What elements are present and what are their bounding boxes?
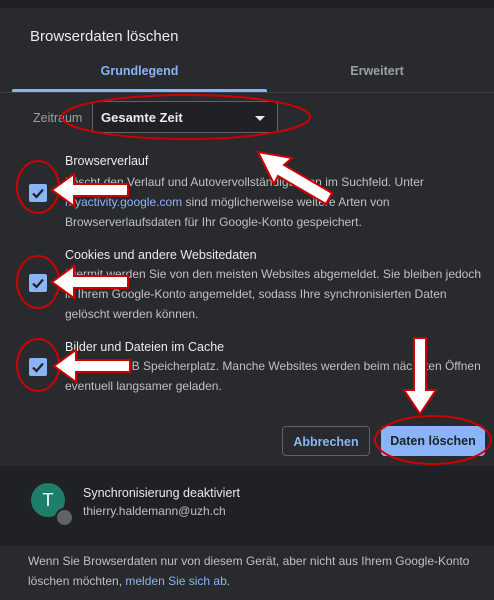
checkmark-icon — [32, 362, 44, 373]
footer-end: . — [226, 574, 231, 588]
option-title: Bilder und Dateien im Cache — [65, 340, 225, 354]
cancel-button[interactable]: Abbrechen — [282, 426, 370, 456]
browsing-history-checkbox[interactable] — [29, 184, 47, 202]
checkmark-icon — [32, 278, 44, 289]
option-description: Löscht den Verlauf und Autovervollständi… — [65, 172, 485, 232]
tab-basic[interactable]: Grundlegend — [12, 52, 267, 90]
footer-text: Wenn Sie Browserdaten nur von diesem Ger… — [28, 554, 470, 588]
sign-out-link[interactable]: melden Sie sich ab — [125, 574, 226, 588]
account-email: thierry.haldemann@uzh.ch — [83, 504, 226, 518]
top-strip — [0, 0, 494, 8]
option-title: Browserverlauf — [65, 154, 149, 168]
delete-data-button[interactable]: Daten löschen — [381, 426, 485, 456]
dialog-title: Browserdaten löschen — [30, 28, 179, 45]
option-description: Hiermit werden Sie von den meisten Websi… — [65, 267, 482, 321]
time-range-value: Gesamte Zeit — [101, 110, 183, 125]
sync-section: T Synchronisierung deaktiviert thierry.h… — [0, 466, 494, 546]
time-range-label: Zeitraum — [33, 111, 83, 125]
myactivity-link[interactable]: myactivity.google.com — [65, 195, 182, 209]
option-description: Frei von 2 MB Speicherplatz. Manche Webs… — [65, 359, 481, 393]
cookies-checkbox[interactable] — [29, 274, 47, 292]
sync-status-title: Synchronisierung deaktiviert — [83, 486, 241, 500]
clear-browsing-data-dialog: Browserdaten löschen Grundlegend Erweite… — [0, 0, 494, 600]
cache-checkbox[interactable] — [29, 358, 47, 376]
tab-bar: Grundlegend Erweitert — [0, 52, 494, 93]
footer-note: Wenn Sie Browserdaten nur von diesem Ger… — [28, 551, 488, 591]
time-range-dropdown[interactable]: Gesamte Zeit — [92, 101, 278, 133]
dropdown-caret-icon — [255, 116, 265, 121]
sync-off-icon — [55, 508, 74, 527]
tab-divider — [0, 92, 494, 93]
checkmark-icon — [32, 188, 44, 199]
option-description-pre: Löscht den Verlauf und Autovervollständi… — [65, 175, 424, 189]
option-title: Cookies und andere Websitedaten — [65, 248, 257, 262]
tab-advanced[interactable]: Erweitert — [267, 52, 487, 90]
